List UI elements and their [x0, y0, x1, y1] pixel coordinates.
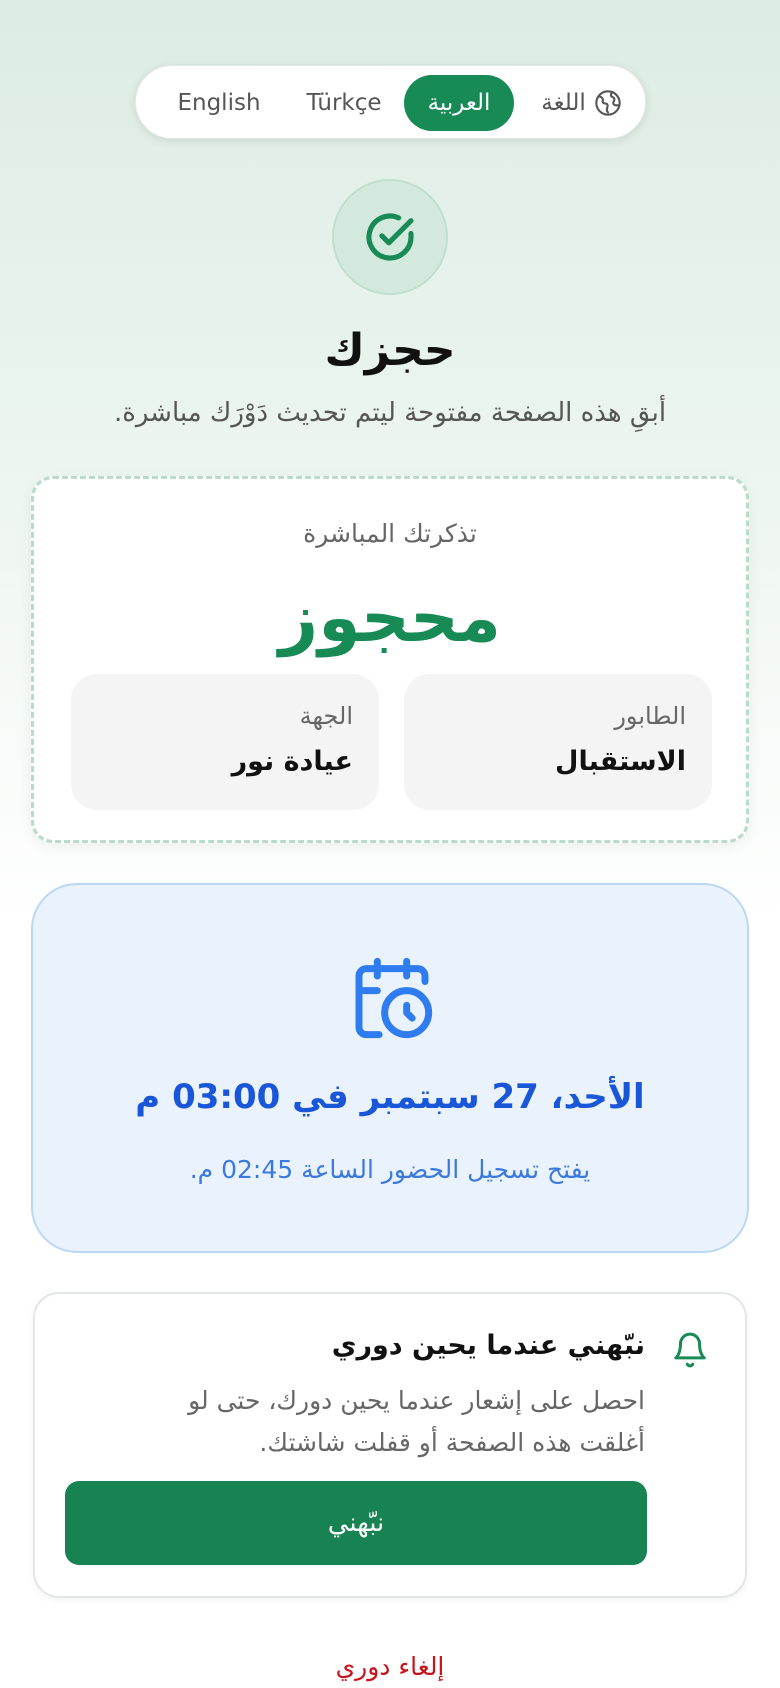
- language-label: اللغة: [524, 75, 639, 131]
- bell-icon: [674, 1332, 706, 1368]
- queue-label: الطابور: [614, 702, 686, 730]
- notify-me-button[interactable]: نبّهني: [65, 1481, 647, 1565]
- language-switcher: English Türkçe العربية اللغة: [135, 65, 646, 139]
- page-subtitle: أبقِ هذه الصفحة مفتوحة ليتم تحديث دَوْرَ…: [113, 398, 667, 428]
- notify-card: نبّهني عندما يحين دوري احصل على إشعار عن…: [33, 1292, 747, 1598]
- check-circle-icon: [366, 213, 414, 261]
- destination-label: الجهة: [299, 702, 353, 730]
- ticket-label: تذكرتك المباشرة: [303, 519, 477, 548]
- queue-info: الطابور الاستقبال: [404, 674, 712, 810]
- queue-value: الاستقبال: [555, 746, 686, 777]
- calendar-clock-icon: [355, 957, 433, 1039]
- language-option-english[interactable]: English: [154, 75, 284, 131]
- appointment-datetime: الأحد، 27 سبتمبر في 03:00 م: [135, 1077, 645, 1117]
- language-label-text: اللغة: [541, 90, 586, 116]
- globe-icon: [595, 90, 621, 116]
- ticket-status: محجوز: [279, 579, 501, 658]
- destination-info: الجهة عيادة نور: [71, 674, 379, 810]
- language-option-turkish[interactable]: Türkçe: [284, 75, 404, 131]
- notify-title: نبّهني عندما يحين دوري: [331, 1330, 645, 1361]
- cancel-turn-link[interactable]: إلغاء دوري: [0, 1652, 780, 1681]
- success-badge: [332, 179, 448, 295]
- page-title: حجزك: [324, 325, 456, 376]
- checkin-info: يفتح تسجيل الحضور الساعة 02:45 م.: [189, 1155, 591, 1184]
- language-option-arabic[interactable]: العربية: [404, 75, 514, 131]
- live-ticket-card: تذكرتك المباشرة محجوز الطابور الاستقبال …: [31, 476, 749, 843]
- destination-value: عيادة نور: [231, 746, 353, 777]
- appointment-card: الأحد، 27 سبتمبر في 03:00 م يفتح تسجيل ا…: [31, 883, 749, 1253]
- notify-description: احصل على إشعار عندما يحين دورك، حتى لو أ…: [188, 1386, 645, 1457]
